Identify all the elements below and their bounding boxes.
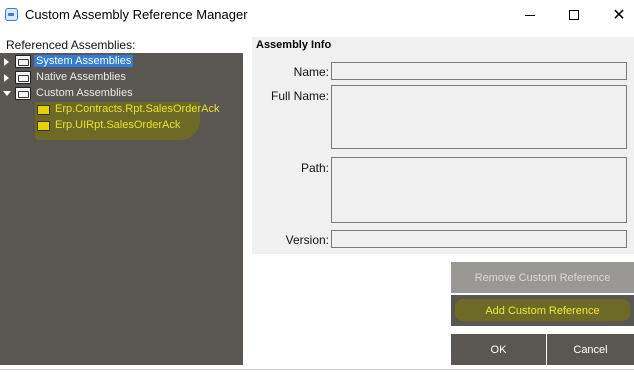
- full-name-field[interactable]: [331, 85, 627, 149]
- folder-icon: [15, 71, 31, 84]
- path-field[interactable]: [331, 157, 627, 223]
- assembly-icon: [37, 105, 50, 115]
- ok-button[interactable]: OK: [451, 334, 546, 365]
- version-label: Version:: [285, 233, 329, 247]
- remove-custom-reference-button[interactable]: Remove Custom Reference: [451, 262, 634, 293]
- tree-node-custom-assemblies[interactable]: Custom Assemblies: [36, 87, 133, 99]
- folder-icon: [15, 87, 31, 100]
- maximize-button[interactable]: [551, 0, 597, 30]
- window-title: Custom Assembly Reference Manager: [25, 7, 248, 22]
- tree-node-erp-uirpt-salesorderack[interactable]: Erp.UIRpt.SalesOrderAck: [55, 119, 180, 131]
- name-label: Name:: [293, 65, 329, 79]
- tree-node-erp-contracts-rpt-salesorderack[interactable]: Erp.Contracts.Rpt.SalesOrderAck: [55, 103, 219, 115]
- collapse-custom-icon[interactable]: [3, 91, 11, 96]
- divider: [0, 369, 634, 370]
- minimize-icon: [525, 14, 535, 16]
- cancel-button[interactable]: Cancel: [547, 334, 634, 365]
- referenced-assemblies-label: Referenced Assemblies:: [6, 38, 136, 52]
- expand-system-icon[interactable]: [4, 58, 9, 66]
- close-icon: ✕: [612, 5, 626, 24]
- name-field[interactable]: [331, 62, 627, 80]
- tree-node-system-assemblies[interactable]: System Assemblies: [34, 55, 134, 67]
- assembly-tree[interactable]: System Assemblies Native Assemblies Cust…: [0, 53, 243, 365]
- folder-icon: [15, 55, 31, 68]
- full-name-label: Full Name:: [270, 89, 329, 103]
- expand-native-icon[interactable]: [4, 74, 9, 82]
- assembly-icon: [37, 121, 50, 131]
- minimize-button[interactable]: [507, 0, 553, 30]
- title-bar: Custom Assembly Reference Manager ✕: [0, 0, 634, 30]
- app-icon: [5, 8, 18, 21]
- path-label: Path:: [300, 161, 329, 175]
- maximize-icon: [569, 10, 579, 20]
- tree-node-native-assemblies[interactable]: Native Assemblies: [36, 71, 126, 83]
- add-custom-reference-button[interactable]: Add Custom Reference: [451, 295, 634, 326]
- add-custom-reference-label: Add Custom Reference: [485, 304, 600, 317]
- assembly-info-title: Assembly Info: [256, 39, 332, 51]
- version-field[interactable]: [331, 230, 627, 248]
- close-button[interactable]: ✕: [596, 0, 634, 30]
